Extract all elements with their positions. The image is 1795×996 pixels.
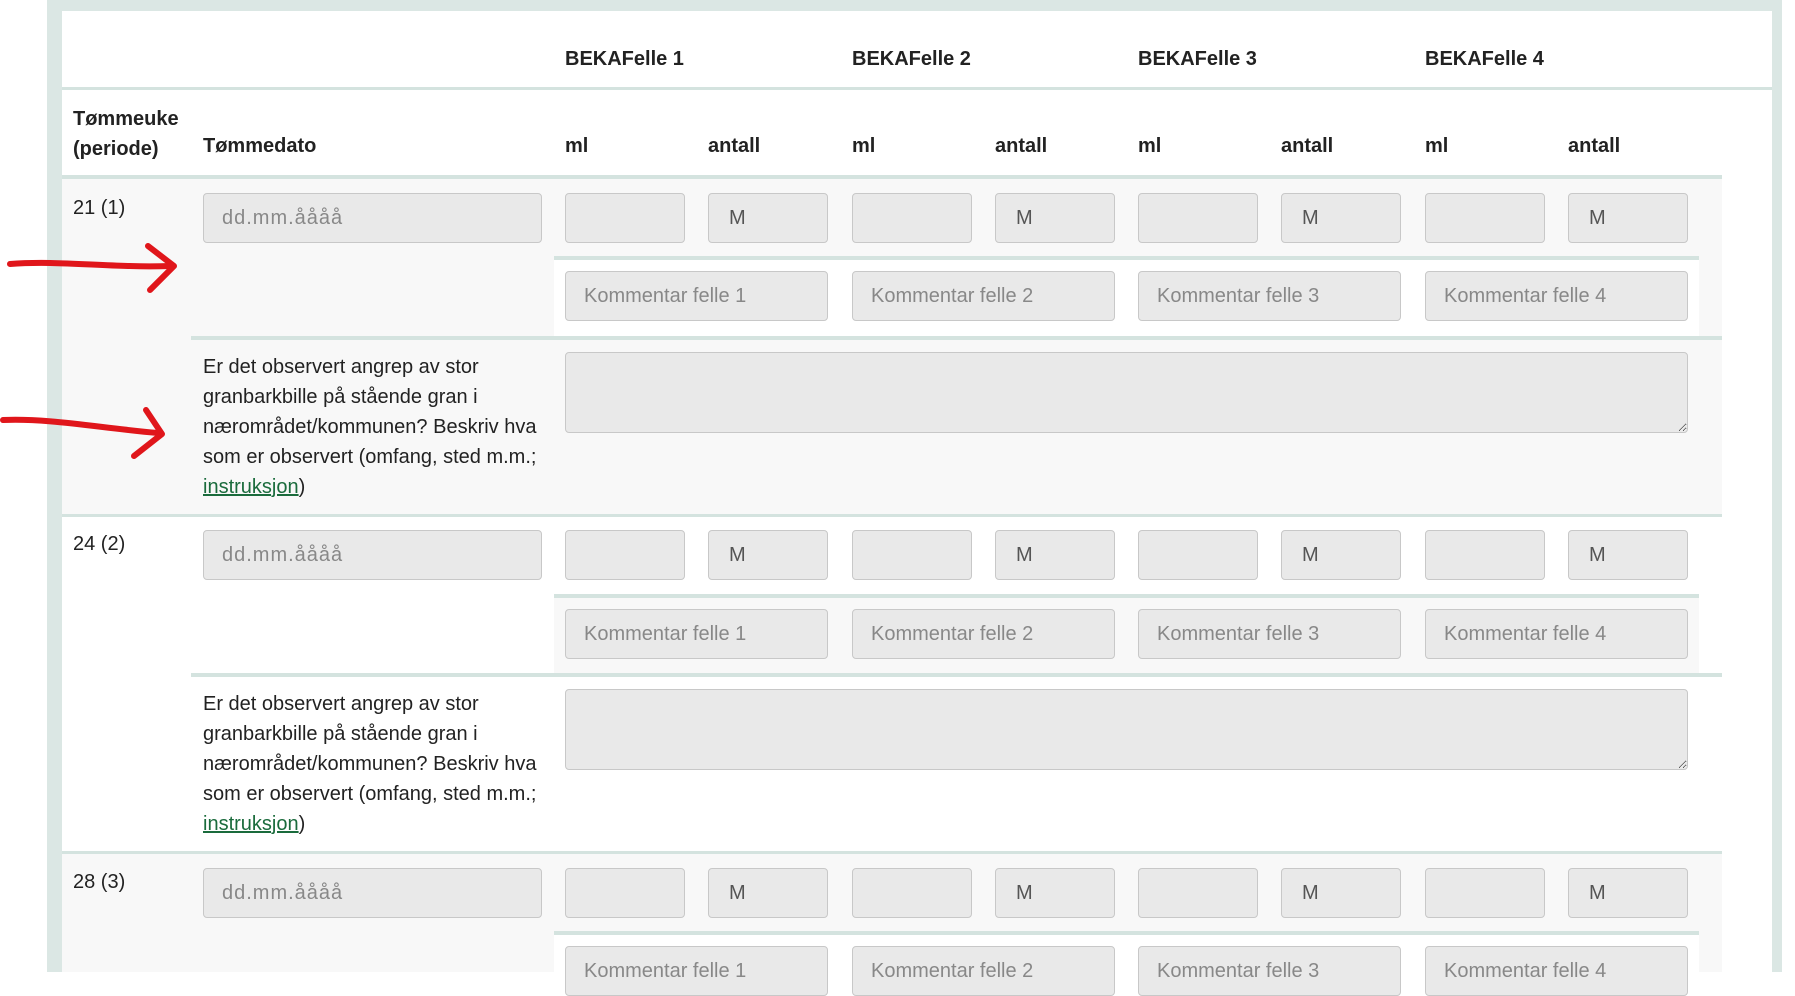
trap-2-count-header: antall — [995, 135, 1048, 157]
row-1-trap-4-comment-input[interactable] — [1425, 271, 1688, 321]
row-1-question-close: ) — [298, 476, 306, 498]
row-3-trap-2-ml-input[interactable] — [852, 868, 972, 918]
header-divider — [62, 87, 1772, 90]
row-3-trap-3-count-input[interactable] — [1281, 868, 1401, 918]
trap-2-ml-header: ml — [852, 135, 876, 157]
row-1-question-divider — [191, 336, 1722, 340]
row-1-instruction-link[interactable]: instruksjon — [203, 476, 299, 498]
row-2-trap-4-count-input[interactable] — [1568, 530, 1688, 580]
row-1-trap-4-count-input[interactable] — [1568, 193, 1688, 243]
row-1-trap-2-ml-input[interactable] — [852, 193, 972, 243]
trap-3-count-header: antall — [1281, 135, 1334, 157]
row-3-trap-4-count-input[interactable] — [1568, 868, 1688, 918]
row-1-trap-3-ml-input[interactable] — [1138, 193, 1258, 243]
row-2-question: Er det observert angrep av stor granbark… — [203, 689, 548, 839]
row-1-trap-1-count-input[interactable] — [708, 193, 828, 243]
row-3-trap-2-comment-input[interactable] — [852, 946, 1115, 996]
row-2-trap-3-comment-input[interactable] — [1138, 609, 1401, 659]
row-2-observation-textarea[interactable] — [565, 689, 1688, 770]
row-3-date-input[interactable] — [203, 868, 542, 918]
row-1-week: 21 (1) — [73, 197, 126, 219]
row-2-trap-2-comment-input[interactable] — [852, 609, 1115, 659]
row-2-trap-3-ml-input[interactable] — [1138, 530, 1258, 580]
trap-1-ml-header: ml — [565, 135, 589, 157]
row-2-trap-1-count-input[interactable] — [708, 530, 828, 580]
trap-2-header: BEKAFelle 2 — [852, 48, 971, 70]
row-2-date-input[interactable] — [203, 530, 542, 580]
row-2-trap-4-comment-input[interactable] — [1425, 609, 1688, 659]
row-3-trap-2-count-input[interactable] — [995, 868, 1115, 918]
trap-4-ml-header: ml — [1425, 135, 1449, 157]
row-2-question-close: ) — [298, 813, 306, 835]
date-column-header: Tømmedato — [203, 135, 317, 157]
week-column-header: Tømmeuke (periode) — [73, 108, 179, 160]
row-2-trap-1-ml-input[interactable] — [565, 530, 685, 580]
row-3-trap-3-comment-input[interactable] — [1138, 946, 1401, 996]
row-3-trap-1-ml-input[interactable] — [565, 868, 685, 918]
row-1-question: Er det observert angrep av stor granbark… — [203, 352, 548, 502]
row-2-question-text: Er det observert angrep av stor granbark… — [203, 693, 537, 805]
row-2-trap-2-ml-input[interactable] — [852, 530, 972, 580]
trap-4-header: BEKAFelle 4 — [1425, 48, 1544, 70]
row-2-week: 24 (2) — [73, 533, 126, 555]
annotation-arrow-question-row — [0, 407, 165, 459]
row-1-trap-2-count-input[interactable] — [995, 193, 1115, 243]
arrow-1-shaft — [7, 259, 173, 270]
row-3-week: 28 (3) — [73, 871, 126, 893]
row-1-trap-3-comment-input[interactable] — [1138, 271, 1401, 321]
row-1-observation-textarea[interactable] — [565, 352, 1688, 433]
trap-3-ml-header: ml — [1138, 135, 1162, 157]
row-1-trap-1-comment-input[interactable] — [565, 271, 828, 321]
row-3-trap-1-count-input[interactable] — [708, 868, 828, 918]
row-2-trap-2-count-input[interactable] — [995, 530, 1115, 580]
row-1-trap-4-ml-input[interactable] — [1425, 193, 1545, 243]
row-1-trap-1-ml-input[interactable] — [565, 193, 685, 243]
row-2-trap-1-comment-input[interactable] — [565, 609, 828, 659]
row-2-trap-3-count-input[interactable] — [1281, 530, 1401, 580]
arrow-2-shaft — [0, 416, 161, 436]
row-1-question-text: Er det observert angrep av stor granbark… — [203, 356, 537, 468]
trap-3-header: BEKAFelle 3 — [1138, 48, 1257, 70]
row-3-trap-4-ml-input[interactable] — [1425, 868, 1545, 918]
row-1-bottom-divider — [62, 514, 1722, 517]
row-2-instruction-link[interactable]: instruksjon — [203, 813, 299, 835]
trap-1-header: BEKAFelle 1 — [565, 48, 684, 70]
annotation-arrow-comment-row — [7, 243, 177, 293]
row-2-trap-4-ml-input[interactable] — [1425, 530, 1545, 580]
row-1-trap-2-comment-input[interactable] — [852, 271, 1115, 321]
row-1-date-input[interactable] — [203, 193, 542, 243]
row-3-trap-3-ml-input[interactable] — [1138, 868, 1258, 918]
row-2-question-divider — [191, 673, 1722, 677]
trap-1-count-header: antall — [708, 135, 761, 157]
trap-4-count-header: antall — [1568, 135, 1621, 157]
row-1-trap-3-count-input[interactable] — [1281, 193, 1401, 243]
row-3-trap-4-comment-input[interactable] — [1425, 946, 1688, 996]
row-3-trap-1-comment-input[interactable] — [565, 946, 828, 996]
